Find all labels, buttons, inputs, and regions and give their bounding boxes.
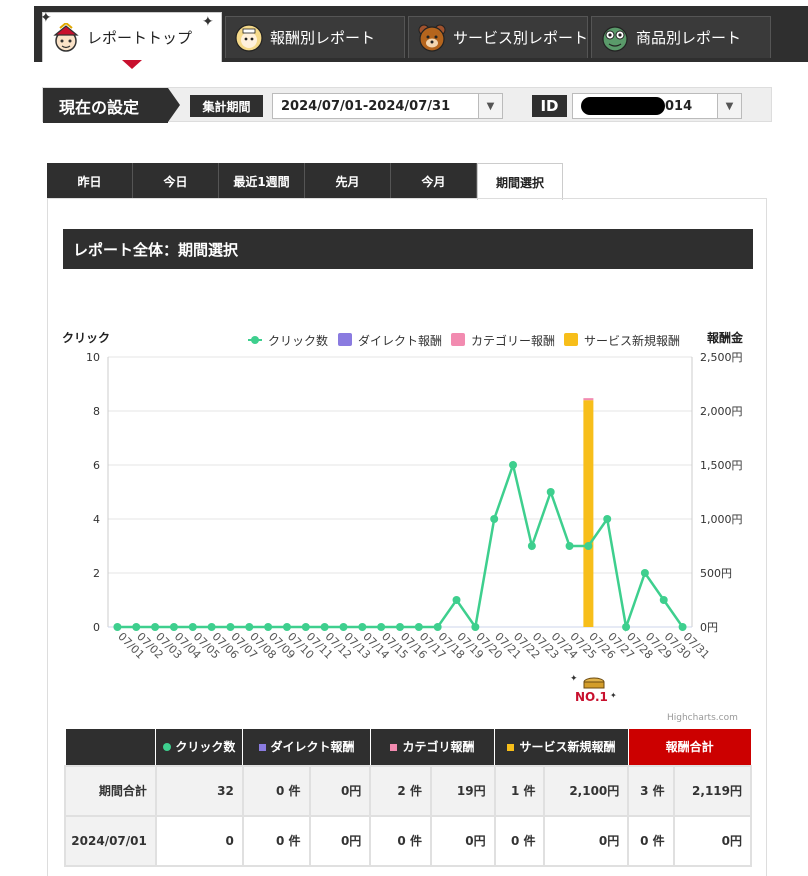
click-point — [264, 623, 273, 631]
click-point — [565, 542, 574, 550]
cell-clicks: 0 — [154, 814, 244, 867]
cell-category-count: 2 件 — [369, 764, 432, 817]
y-right-tick-label: 2,500円 — [700, 351, 743, 364]
cell-total-amount: 0円 — [672, 814, 753, 867]
click-point — [113, 623, 122, 631]
legend-square-icon — [564, 333, 578, 346]
cell-service-amount: 0円 — [543, 814, 630, 867]
y-left-tick-label: 2 — [93, 567, 100, 580]
click-point — [659, 596, 668, 604]
table-corner-header — [64, 728, 157, 766]
legend-dot-icon — [251, 336, 259, 344]
bar-2 — [583, 400, 594, 627]
cell-clicks: 32 — [154, 764, 244, 817]
row-label: 2024/07/01 — [64, 814, 157, 867]
click-point — [509, 461, 518, 469]
click-point — [377, 623, 386, 631]
y-left-tick-label: 10 — [86, 351, 100, 364]
legend-item-label: クリック数 — [268, 333, 328, 348]
legend-square-icon — [507, 744, 515, 752]
table-header-row: クリック数 ダイレクト報酬 カテゴリ報酬 サービス新規報酬 報酬合計 — [64, 728, 752, 766]
click-point — [132, 623, 141, 631]
row-label: 期間合計 — [64, 764, 157, 817]
cell-total-amount: 2,119円 — [672, 764, 753, 817]
cell-direct-amount: 0円 — [308, 764, 372, 817]
legend-square-icon — [390, 744, 398, 752]
chart-credits[interactable]: Highcharts.com — [667, 713, 738, 723]
click-point — [151, 623, 160, 631]
click-point — [471, 623, 480, 631]
y-left-tick-label: 6 — [93, 459, 100, 472]
click-point — [640, 569, 649, 577]
click-point — [678, 623, 687, 631]
no1-badge-icon: ✦ ✦ NO.1 — [570, 674, 617, 704]
y-right-tick-label: 2,000円 — [700, 405, 743, 418]
table-row: 期間合計 32 0 件 0円 2 件 19円 1 件 2,100円 3 件 2,… — [64, 764, 753, 817]
header-direct: ダイレクト報酬 — [242, 728, 371, 766]
click-point — [169, 623, 178, 631]
bar-1 — [583, 398, 594, 401]
y-right-axis-title: 報酬金 — [707, 330, 744, 345]
cell-service-amount: 2,100円 — [543, 764, 630, 817]
click-point — [358, 623, 367, 631]
legend-square-icon — [451, 333, 465, 346]
click-point — [207, 623, 216, 631]
y-right-tick-label: 0円 — [700, 621, 718, 634]
click-point — [622, 623, 631, 631]
click-point — [584, 542, 593, 550]
cell-direct-count: 0 件 — [241, 764, 311, 817]
cell-category-count: 0 件 — [369, 814, 432, 867]
legend-item-label: ダイレクト報酬 — [358, 333, 442, 348]
cell-total-count: 3 件 — [627, 764, 675, 817]
header-service: サービス新規報酬 — [494, 728, 629, 766]
click-point — [320, 623, 329, 631]
click-point — [188, 623, 197, 631]
click-point — [546, 488, 555, 496]
y-left-tick-label: 0 — [93, 621, 100, 634]
click-point — [527, 542, 536, 550]
y-left-tick-label: 8 — [93, 405, 100, 418]
cell-direct-amount: 0円 — [308, 814, 372, 867]
y-right-tick-label: 1,500円 — [700, 459, 743, 472]
click-series-line — [117, 460, 684, 632]
cell-total-count: 0 件 — [627, 814, 675, 867]
cell-service-count: 0 件 — [493, 814, 546, 867]
click-point — [603, 515, 612, 523]
y-right-tick-label: 1,000円 — [700, 513, 743, 526]
click-point — [452, 596, 461, 604]
click-point — [301, 623, 310, 631]
y-left-tick-label: 4 — [93, 513, 100, 526]
svg-text:✦: ✦ — [570, 674, 578, 684]
click-point — [226, 623, 235, 631]
cell-category-amount: 0円 — [429, 814, 496, 867]
cell-direct-count: 0 件 — [241, 814, 311, 867]
legend-item-label: カテゴリー報酬 — [471, 333, 555, 348]
svg-text:✦: ✦ — [610, 691, 617, 700]
click-point — [396, 623, 404, 631]
header-total: 報酬合計 — [627, 728, 752, 766]
badge-text: NO.1 — [575, 690, 608, 704]
click-point — [282, 623, 291, 631]
legend-square-icon — [258, 744, 266, 752]
cell-category-amount: 19円 — [429, 764, 496, 817]
legend-item-label: サービス新規報酬 — [584, 333, 680, 348]
click-point — [339, 623, 348, 631]
table-row: 2024/07/01 0 0 件 0円 0 件 0円 0 件 0円 0 件 0円 — [64, 814, 753, 867]
y-left-axis-title: クリック — [62, 331, 110, 345]
cell-service-count: 1 件 — [493, 764, 546, 817]
header-category: カテゴリ報酬 — [369, 728, 496, 766]
click-point — [245, 623, 254, 631]
legend-dot-icon — [163, 743, 172, 752]
legend-square-icon — [338, 333, 352, 346]
y-right-tick-label: 500円 — [700, 567, 732, 580]
report-table: クリック数 ダイレクト報酬 カテゴリ報酬 サービス新規報酬 報酬合計 期間合計 … — [64, 728, 753, 867]
header-clicks: クリック数 — [155, 728, 244, 766]
click-point — [490, 515, 499, 523]
click-point — [433, 623, 442, 631]
click-point — [414, 623, 423, 631]
